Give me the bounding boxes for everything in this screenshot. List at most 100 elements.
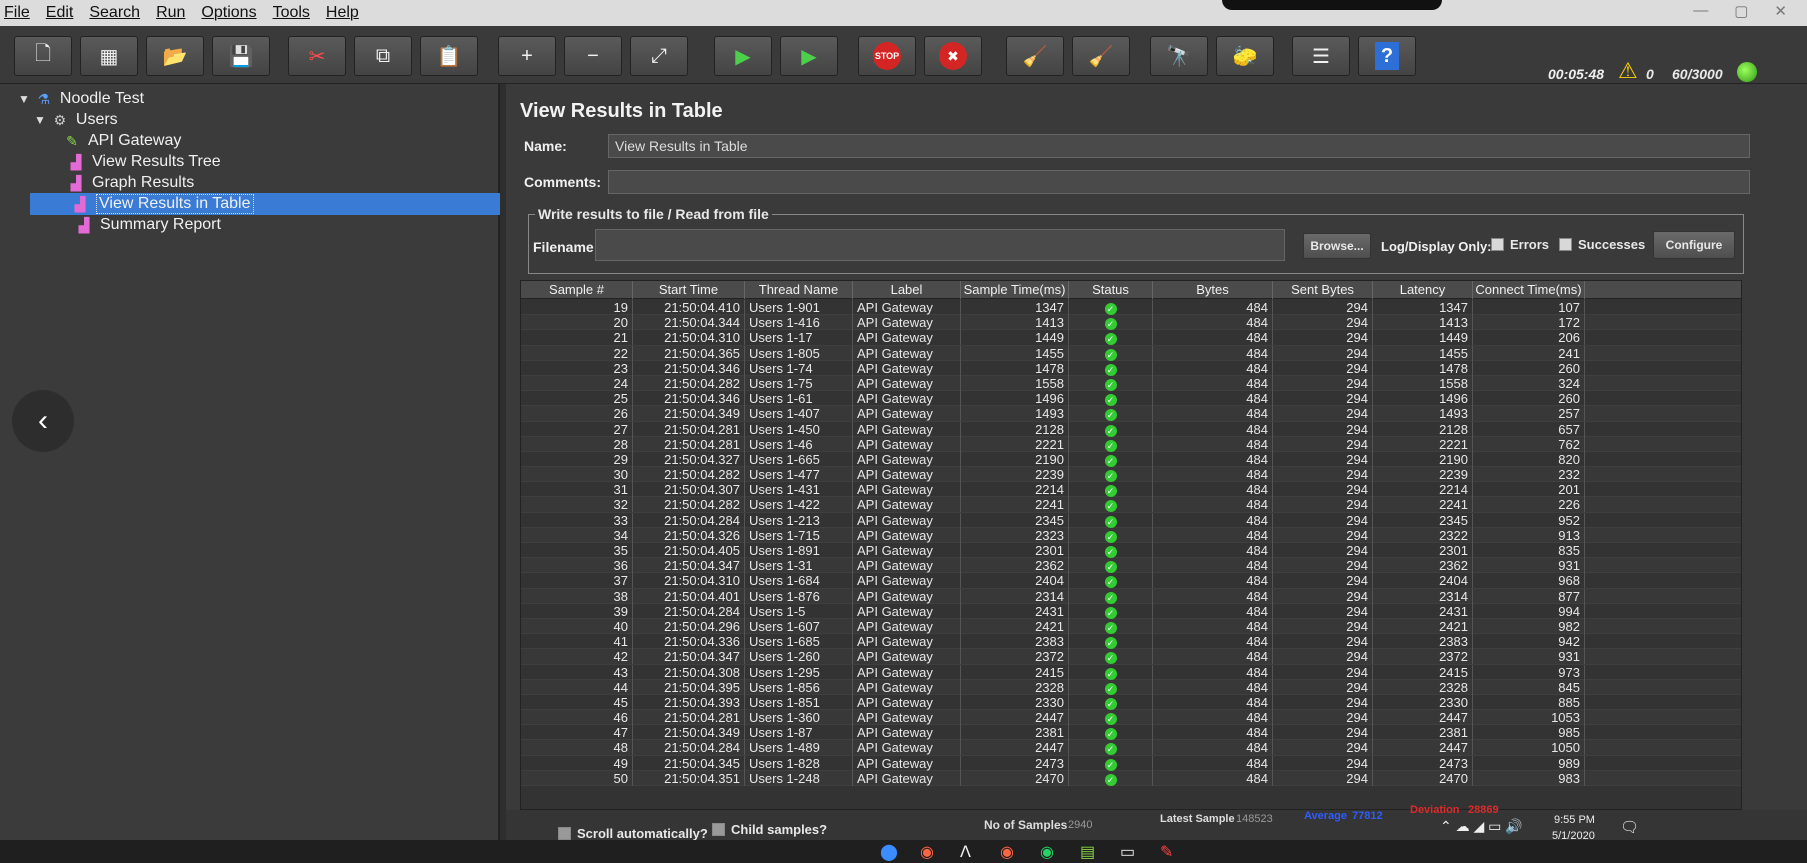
column-header-status[interactable]: Status (1069, 281, 1153, 299)
taskbar-app-icon[interactable]: ⬤ (880, 842, 898, 862)
tree-node-thread-group[interactable]: ▼ ⚙ Users (34, 109, 118, 131)
taskbar-chrome-icon[interactable]: ◉ (1000, 842, 1014, 862)
errors-checkbox-box[interactable] (1491, 238, 1504, 251)
table-row[interactable]: 31 21:50:04.307 Users 1-431 API Gateway 2214… (521, 482, 1741, 498)
taskbar-chrome-icon[interactable]: ◉ (920, 842, 934, 862)
column-header-label[interactable]: Label (853, 281, 961, 299)
reset-search-button[interactable]: 🧽 (1216, 36, 1274, 76)
cut-button[interactable]: ✂ (288, 36, 346, 76)
taskbar-app-icon[interactable]: ᐱ (960, 842, 971, 862)
table-row[interactable]: 19 21:50:04.410 Users 1-901 API Gateway 1347… (521, 300, 1741, 316)
start-no-pauses-button[interactable]: ▶ (780, 36, 838, 76)
scroll-auto-checkbox-box[interactable] (558, 827, 571, 840)
clear-button[interactable]: 🧹 (1006, 36, 1064, 76)
errors-checkbox[interactable]: Errors (1491, 237, 1549, 252)
taskbar-app-icon[interactable]: ▭ (1120, 842, 1135, 862)
column-header-sample-time-ms[interactable]: Sample Time(ms) (961, 281, 1069, 299)
table-row[interactable]: 21 21:50:04.310 Users 1-17 API Gateway 1449 ✓… (521, 330, 1741, 346)
warning-icon[interactable]: ⚠ (1618, 58, 1638, 84)
open-button[interactable]: 📂 (146, 36, 204, 76)
table-row[interactable]: 22 21:50:04.365 Users 1-805 API Gateway 1455… (521, 345, 1741, 361)
clear-all-button[interactable]: 🧹 (1072, 36, 1130, 76)
tree-node-graph-results[interactable]: ▟ Graph Results (66, 172, 195, 194)
shutdown-button[interactable]: ✖ (924, 36, 982, 76)
table-row[interactable]: 35 21:50:04.405 Users 1-891 API Gateway 2301… (521, 543, 1741, 559)
scroll-auto-checkbox[interactable]: Scroll automatically? (558, 826, 708, 841)
table-row[interactable]: 45 21:50:04.393 Users 1-851 API Gateway 2330… (521, 694, 1741, 711)
taskbar-app-icon[interactable]: ▤ (1080, 842, 1095, 862)
collapse-button[interactable]: − (564, 36, 622, 76)
column-header-thread-name[interactable]: Thread Name (745, 281, 853, 299)
back-nav-button[interactable]: ‹ (12, 390, 74, 452)
menu-search[interactable]: Search (89, 4, 140, 22)
table-row[interactable]: 20 21:50:04.344 Users 1-416 API Gateway 1413… (521, 315, 1741, 331)
close-icon[interactable]: ✕ (1774, 2, 1787, 20)
column-header-sent-bytes[interactable]: Sent Bytes (1273, 281, 1373, 299)
tree-node-view-results-tree[interactable]: ▟ View Results Tree (66, 151, 221, 173)
start-button[interactable]: ▶ (714, 36, 772, 76)
name-input[interactable]: View Results in Table (608, 134, 1750, 158)
table-row[interactable]: 37 21:50:04.310 Users 1-684 API Gateway 2404… (521, 573, 1741, 589)
system-tray-icons[interactable]: ⌃ ☁ ◢ ▭ 🔊 (1440, 818, 1523, 835)
table-row[interactable]: 39 21:50:04.284 Users 1-5 API Gateway 2431 ✓ 4… (521, 603, 1741, 619)
new-button[interactable]: 🗋 (14, 36, 72, 76)
successes-checkbox-box[interactable] (1559, 238, 1572, 251)
templates-button[interactable]: ▦ (80, 36, 138, 76)
filename-input[interactable] (595, 229, 1285, 261)
results-table[interactable]: Sample # Start Time Thread Name Label Sample… (520, 280, 1742, 810)
save-button[interactable]: 💾 (212, 36, 270, 76)
notifications-icon[interactable]: 🗨 (1620, 818, 1639, 836)
menu-options[interactable]: Options (201, 4, 256, 22)
help-button[interactable]: ? (1358, 36, 1416, 76)
table-row[interactable]: 50 21:50:04.351 Users 1-248 API Gateway 2470… (521, 770, 1741, 786)
column-header-connect-time-ms[interactable]: Connect Time(ms) (1473, 281, 1585, 299)
tree-node-view-results-in-table[interactable]: ▟ View Results in Table (30, 193, 500, 215)
table-row[interactable]: 32 21:50:04.282 Users 1-422 API Gateway 2241… (521, 497, 1741, 513)
table-row[interactable]: 42 21:50:04.347 Users 1-260 API Gateway 2372… (521, 649, 1741, 665)
function-helper-button[interactable]: ☰ (1292, 36, 1350, 76)
paste-button[interactable]: 📋 (420, 36, 478, 76)
expand-icon[interactable]: ▼ (34, 113, 46, 127)
menu-edit[interactable]: Edit (46, 4, 74, 22)
column-header-bytes[interactable]: Bytes (1153, 281, 1273, 299)
table-row[interactable]: 43 21:50:04.308 Users 1-295 API Gateway 2415… (521, 664, 1741, 680)
taskbar-whatsapp-icon[interactable]: ◉ (1040, 842, 1054, 862)
column-header-start-time[interactable]: Start Time (633, 281, 745, 299)
table-row[interactable]: 25 21:50:04.346 Users 1-61 API Gateway 1496 ✓… (521, 391, 1741, 407)
child-samples-checkbox[interactable]: Child samples? (712, 822, 827, 837)
table-row[interactable]: 46 21:50:04.281 Users 1-360 API Gateway 2447… (521, 710, 1741, 726)
table-row[interactable]: 41 21:50:04.336 Users 1-685 API Gateway 2383… (521, 634, 1741, 650)
taskbar-jmeter-icon[interactable]: ✎ (1160, 842, 1173, 862)
menu-run[interactable]: Run (156, 4, 185, 22)
stop-button[interactable]: STOP (858, 36, 916, 76)
column-header-latency[interactable]: Latency (1373, 281, 1473, 299)
maximize-icon[interactable]: ▢ (1734, 2, 1748, 20)
table-row[interactable]: 49 21:50:04.345 Users 1-828 API Gateway 2473… (521, 755, 1741, 771)
expand-button[interactable]: + (498, 36, 556, 76)
browse-button[interactable]: Browse... (1303, 233, 1371, 259)
child-samples-checkbox-box[interactable] (712, 823, 725, 836)
table-row[interactable]: 48 21:50:04.284 Users 1-489 API Gateway 2447… (521, 740, 1741, 756)
table-row[interactable]: 34 21:50:04.326 Users 1-715 API Gateway 2323… (521, 527, 1741, 543)
toggle-button[interactable]: ⤢ (630, 36, 688, 76)
table-row[interactable]: 28 21:50:04.281 Users 1-46 API Gateway 2221 ✓… (521, 436, 1741, 452)
configure-button[interactable]: Configure (1653, 231, 1735, 259)
minimize-icon[interactable]: — (1693, 2, 1708, 20)
table-row[interactable]: 24 21:50:04.282 Users 1-75 API Gateway 1558 ✓… (521, 375, 1741, 392)
table-row[interactable]: 29 21:50:04.327 Users 1-665 API Gateway 2190… (521, 451, 1741, 468)
menu-file[interactable]: File (4, 4, 30, 22)
expand-icon[interactable]: ▼ (18, 92, 30, 106)
comments-input[interactable] (608, 170, 1750, 194)
table-row[interactable]: 38 21:50:04.401 Users 1-876 API Gateway 2314… (521, 588, 1741, 604)
successes-checkbox[interactable]: Successes (1559, 237, 1645, 252)
tree-node-api-gateway[interactable]: ✎ API Gateway (62, 130, 181, 152)
table-row[interactable]: 47 21:50:04.349 Users 1-87 API Gateway 2381 ✓… (521, 725, 1741, 741)
tree-node-summary-report[interactable]: ▟ Summary Report (74, 214, 221, 236)
table-row[interactable]: 40 21:50:04.296 Users 1-607 API Gateway 2421… (521, 618, 1741, 635)
table-row[interactable]: 27 21:50:04.281 Users 1-450 API Gateway 2128… (521, 421, 1741, 437)
table-row[interactable]: 26 21:50:04.349 Users 1-407 API Gateway 1493… (521, 406, 1741, 422)
menu-help[interactable]: Help (326, 4, 359, 22)
table-row[interactable]: 23 21:50:04.346 Users 1-74 API Gateway 1478 ✓… (521, 360, 1741, 376)
table-row[interactable]: 36 21:50:04.347 Users 1-31 API Gateway 2362 ✓… (521, 558, 1741, 574)
tree-node-test-plan[interactable]: ▼ ⚗ Noodle Test (18, 88, 144, 110)
